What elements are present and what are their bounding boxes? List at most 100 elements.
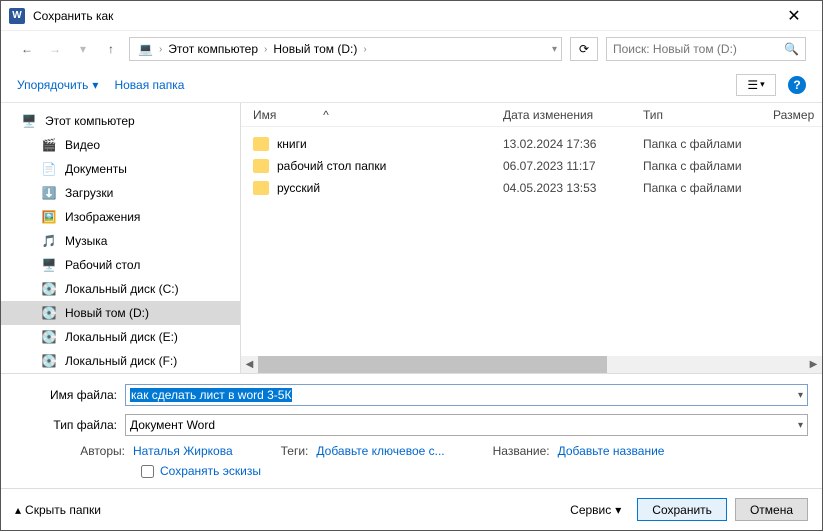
file-list-panel: Имя ^ Дата изменения Тип Размер книги13.… <box>241 103 822 373</box>
new-folder-button[interactable]: Новая папка <box>114 78 184 92</box>
file-row[interactable]: книги13.02.2024 17:36Папка с файлами <box>241 133 822 155</box>
word-app-icon: W <box>9 8 25 24</box>
title-value[interactable]: Добавьте название <box>558 444 665 458</box>
filetype-dropdown-icon[interactable]: ▾ <box>798 420 803 431</box>
collapse-icon: ▴ <box>15 503 21 517</box>
search-box[interactable]: 🔍 <box>606 37 806 61</box>
horizontal-scrollbar[interactable]: ◀ ▶ <box>241 356 822 373</box>
tags-label: Теги: <box>281 444 309 458</box>
sidebar-item-label: Новый том (D:) <box>65 306 149 320</box>
hide-folders-label: Скрыть папки <box>25 503 101 517</box>
save-button[interactable]: Сохранить <box>637 498 727 521</box>
scroll-right-icon[interactable]: ▶ <box>805 356 822 373</box>
sidebar-item-label: Локальный диск (C:) <box>65 282 179 296</box>
refresh-button[interactable]: ⟳ <box>570 37 598 61</box>
chevron-icon: › <box>264 44 267 55</box>
up-button[interactable]: ↑ <box>101 39 121 59</box>
breadcrumb-part-drive[interactable]: Новый том (D:) <box>269 40 361 58</box>
tags-value[interactable]: Добавьте ключевое с... <box>316 444 444 458</box>
sidebar-item-documents[interactable]: 📄 Документы <box>1 157 240 181</box>
search-icon[interactable]: 🔍 <box>784 42 799 56</box>
chevron-down-icon: ▾ <box>760 79 765 90</box>
file-type: Папка с файлами <box>643 137 773 151</box>
file-type: Папка с файлами <box>643 181 773 195</box>
filename-input[interactable]: как сделать лист в word 3-5К <box>130 388 292 402</box>
sidebar-item-pictures[interactable]: 🖼️ Изображения <box>1 205 240 229</box>
col-date-header[interactable]: Дата изменения <box>503 108 643 122</box>
help-button[interactable]: ? <box>788 76 806 94</box>
file-row[interactable]: русский04.05.2023 13:53Папка с файлами <box>241 177 822 199</box>
sidebar-item-videos[interactable]: 🎬Видео <box>1 133 240 157</box>
footer-bar: ▴ Скрыть папки Сервис ▾ Сохранить Отмена <box>1 488 822 530</box>
hide-folders-button[interactable]: ▴ Скрыть папки <box>15 503 101 517</box>
sort-indicator-icon: ^ <box>323 108 329 122</box>
sidebar-item-drive-d[interactable]: 💽 Новый том (D:) <box>1 301 240 325</box>
view-mode-button[interactable]: ☰ ▾ <box>736 74 776 96</box>
scroll-left-icon[interactable]: ◀ <box>241 356 258 373</box>
folder-icon <box>253 181 269 195</box>
pc-icon: 🖥️ <box>21 113 37 129</box>
save-form: Имя файла: как сделать лист в word 3-5К … <box>1 374 822 488</box>
file-row[interactable]: рабочий стол папки06.07.2023 11:17Папка … <box>241 155 822 177</box>
sidebar-item-pc[interactable]: 🖥️ Этот компьютер <box>1 109 240 133</box>
organize-label: Упорядочить <box>17 78 88 92</box>
sidebar-item-label: Загрузки <box>65 186 113 200</box>
save-thumbnail-label[interactable]: Сохранять эскизы <box>160 464 261 478</box>
tools-button[interactable]: Сервис ▾ <box>562 503 629 517</box>
breadcrumb-dropdown-icon[interactable]: ▾ <box>552 44 557 55</box>
col-size-header[interactable]: Размер <box>773 108 822 122</box>
sidebar-item-desktop[interactable]: 🖥️Рабочий стол <box>1 253 240 277</box>
breadcrumb-pc-icon[interactable]: 💻 <box>134 40 157 58</box>
drive-f-icon: 💽 <box>41 353 57 369</box>
authors-value[interactable]: Наталья Жиркова <box>133 444 233 458</box>
authors-label: Авторы: <box>55 444 125 458</box>
sidebar-item-music[interactable]: 🎵Музыка <box>1 229 240 253</box>
chevron-icon: › <box>159 44 162 55</box>
tools-label: Сервис <box>570 503 611 517</box>
sidebar-item-label: Документы <box>65 162 127 176</box>
sidebar-tree[interactable]: 🖥️ Этот компьютер 🎬Видео 📄 Документы ⬇️Загруз… <box>1 103 241 373</box>
drive-c-icon: 💽 <box>41 281 57 297</box>
file-date: 06.07.2023 11:17 <box>503 159 643 173</box>
file-name: рабочий стол папки <box>277 159 386 173</box>
videos-icon: 🎬 <box>41 137 57 153</box>
col-type-header[interactable]: Тип <box>643 108 773 122</box>
filetype-label: Тип файла: <box>15 418 125 432</box>
sidebar-item-drive-f[interactable]: 💽Локальный диск (F:) <box>1 349 240 373</box>
drive-d-icon: 💽 <box>41 305 57 321</box>
filetype-select[interactable]: Документ Word ▾ <box>125 414 808 436</box>
filename-input-wrapper[interactable]: как сделать лист в word 3-5К ▾ <box>125 384 808 406</box>
breadcrumb-part-pc[interactable]: Этот компьютер <box>164 40 262 58</box>
sidebar-item-label: Этот компьютер <box>45 114 135 128</box>
organize-button[interactable]: Упорядочить ▾ <box>17 78 98 92</box>
recent-dropdown[interactable]: ▾ <box>73 39 93 59</box>
sidebar-item-drive-c[interactable]: 💽 Локальный диск (C:) <box>1 277 240 301</box>
file-name: русский <box>277 181 320 195</box>
scroll-thumb[interactable] <box>258 356 607 373</box>
chevron-down-icon: ▾ <box>615 503 621 517</box>
filetype-value: Документ Word <box>130 418 215 432</box>
documents-icon: 📄 <box>41 161 57 177</box>
title-label: Название: <box>493 444 550 458</box>
new-folder-label: Новая папка <box>114 78 184 92</box>
sidebar-item-label: Изображения <box>65 210 140 224</box>
list-view-icon: ☰ <box>747 78 758 92</box>
cancel-button[interactable]: Отмена <box>735 498 808 521</box>
search-input[interactable] <box>613 42 784 56</box>
save-thumbnail-checkbox[interactable] <box>141 465 154 478</box>
sidebar-item-drive-e[interactable]: 💽Локальный диск (E:) <box>1 325 240 349</box>
filename-dropdown-icon[interactable]: ▾ <box>798 390 803 401</box>
col-name-header[interactable]: Имя ^ <box>253 108 503 122</box>
music-icon: 🎵 <box>41 233 57 249</box>
folder-icon <box>253 159 269 173</box>
breadcrumb[interactable]: 💻 › Этот компьютер › Новый том (D:) › ▾ <box>129 37 562 61</box>
pictures-icon: 🖼️ <box>41 209 57 225</box>
file-name: книги <box>277 137 307 151</box>
file-rows-container: книги13.02.2024 17:36Папка с файлами рабо… <box>241 127 822 356</box>
chevron-down-icon: ▾ <box>92 78 98 92</box>
close-button[interactable]: ✕ <box>774 6 814 26</box>
sidebar-item-downloads[interactable]: ⬇️Загрузки <box>1 181 240 205</box>
forward-button[interactable]: → <box>45 39 65 59</box>
back-button[interactable]: ← <box>17 39 37 59</box>
toolbar: Упорядочить ▾ Новая папка ☰ ▾ ? <box>1 67 822 103</box>
